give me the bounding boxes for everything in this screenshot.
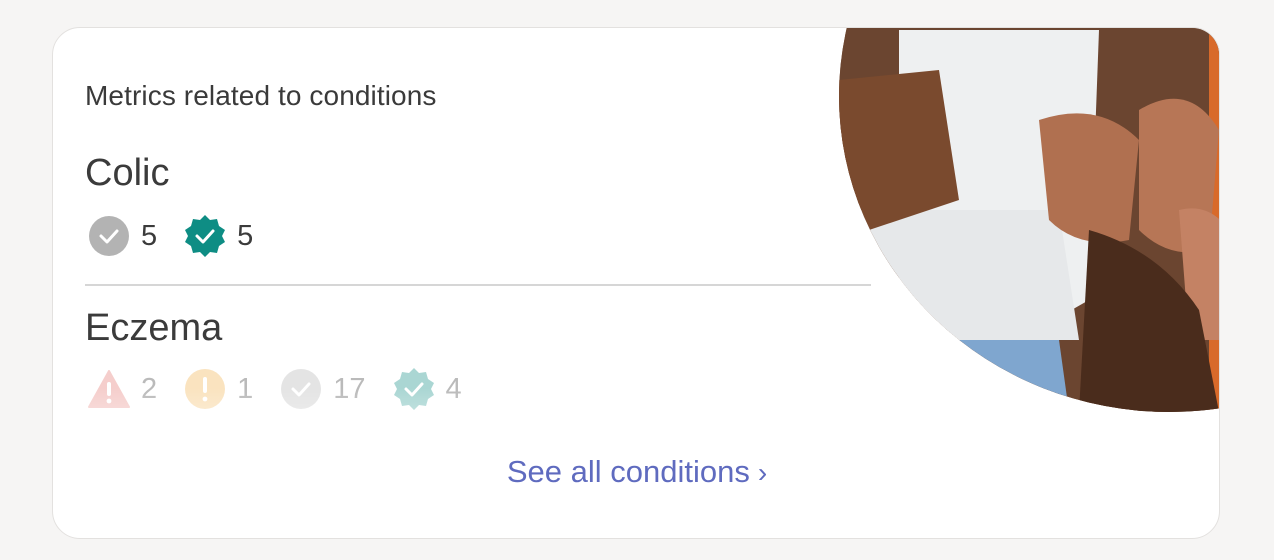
- verified-badge-icon: [392, 367, 436, 411]
- eczema-metrics: 2 1 17 4: [87, 367, 488, 411]
- see-all-label: See all conditions: [506, 454, 750, 489]
- metric-count: 17: [333, 372, 366, 405]
- metric-count: 2: [141, 372, 158, 405]
- check-circle-icon: [87, 214, 131, 258]
- chevron-right-icon: ›: [757, 457, 768, 488]
- metric-item[interactable]: 5: [183, 214, 253, 258]
- condition-name-colic[interactable]: Colic: [85, 152, 169, 195]
- conditions-card: Metrics related to conditions Colic 5 5 …: [52, 27, 1220, 539]
- check-circle-icon: [279, 367, 323, 411]
- metric-count: 4: [445, 372, 462, 405]
- condition-name-eczema[interactable]: Eczema: [85, 307, 222, 350]
- verified-badge-icon: [183, 214, 227, 258]
- condition-divider: [85, 284, 871, 286]
- see-all-conditions-link[interactable]: See all conditions ›: [53, 454, 1219, 490]
- metric-count: 1: [237, 372, 254, 405]
- warning-triangle-icon: [87, 367, 131, 411]
- card-heading: Metrics related to conditions: [85, 80, 437, 111]
- metric-item[interactable]: 17: [279, 367, 366, 411]
- metric-count: 5: [237, 219, 254, 252]
- metric-item[interactable]: 5: [87, 214, 157, 258]
- metric-item[interactable]: 4: [392, 367, 462, 411]
- metric-item[interactable]: 2: [87, 367, 157, 411]
- baby-feet-photo: [839, 28, 1219, 412]
- alert-circle-icon: [183, 367, 227, 411]
- metric-item[interactable]: 1: [183, 367, 253, 411]
- colic-metrics: 5 5: [87, 214, 279, 258]
- metric-count: 5: [141, 219, 158, 252]
